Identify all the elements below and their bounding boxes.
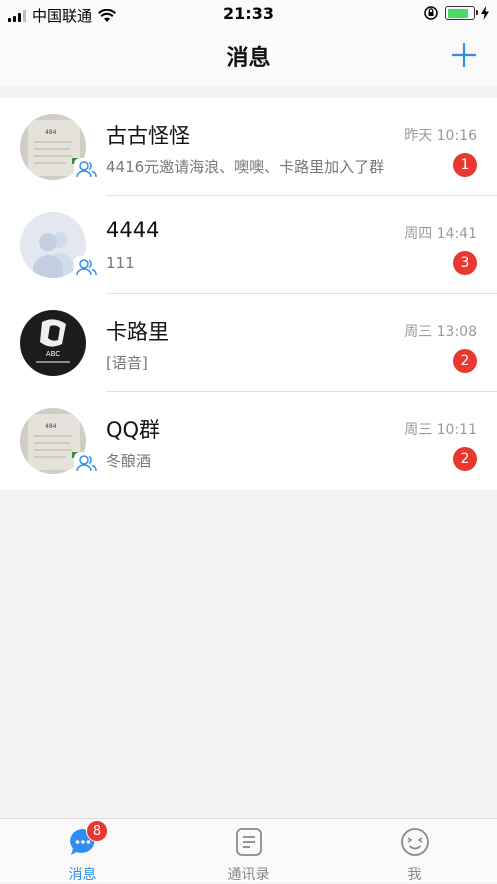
group-icon [74, 158, 98, 180]
conversation-name: 4444 [106, 218, 160, 242]
conversation-list: 484 古古怪怪 昨天 10:16 4416元邀请海浪、噢噢、卡路里加入了群 1 [0, 98, 497, 490]
svg-text:484: 484 [45, 129, 57, 136]
conversation-preview: 4416元邀请海浪、噢噢、卡路里加入了群 [106, 158, 385, 176]
conversation-preview: [语音] [106, 354, 148, 372]
tab-label: 消息 [68, 867, 97, 883]
conversation-row[interactable]: 4444 周四 14:41 111 3 [0, 196, 497, 294]
charging-icon [481, 6, 489, 20]
tab-label: 我 [407, 867, 422, 883]
conversation-name: QQ群 [106, 418, 161, 442]
page-title: 消息 [226, 46, 271, 71]
avatar-text: ABC [46, 350, 60, 358]
orientation-lock-icon [424, 6, 438, 20]
tab-messages[interactable]: 8 消息 [0, 819, 165, 884]
unread-badge: 3 [453, 251, 477, 275]
status-bar: 中国联通 21:33 [0, 0, 497, 28]
plus-icon [452, 43, 476, 67]
add-button[interactable] [449, 40, 479, 70]
conversation-time: 周三 13:08 [404, 324, 477, 340]
conversation-time: 昨天 10:16 [404, 128, 477, 144]
conversation-name: 古古怪怪 [106, 124, 190, 148]
tab-bar: 8 消息 通讯录 我 [0, 818, 497, 883]
svg-text:484: 484 [45, 423, 57, 430]
conversation-row[interactable]: 484 古古怪怪 昨天 10:16 4416元邀请海浪、噢噢、卡路里加入了群 1 [0, 98, 497, 196]
conversation-name: 卡路里 [106, 320, 169, 344]
avatar: ABC [20, 310, 86, 376]
face-icon [400, 828, 429, 856]
tab-me[interactable]: 我 [332, 819, 497, 884]
unread-badge: 2 [453, 447, 477, 471]
unread-badge: 2 [453, 349, 477, 373]
contacts-icon [235, 828, 262, 856]
group-icon [74, 452, 98, 474]
conversation-time: 周四 14:41 [404, 226, 477, 242]
conversation-time: 周三 10:11 [404, 422, 477, 438]
unread-badge: 1 [453, 153, 477, 177]
tab-badge: 8 [86, 820, 108, 842]
conversation-row[interactable]: 484 QQ群 周三 10:11 冬酿酒 2 [0, 392, 497, 490]
conversation-row[interactable]: ABC 卡路里 周三 13:08 [语音] 2 [0, 294, 497, 392]
tab-contacts[interactable]: 通讯录 [166, 819, 331, 884]
status-right [423, 5, 489, 21]
conversation-preview: 冬酿酒 [106, 452, 152, 470]
tab-label: 通讯录 [227, 867, 270, 883]
conversation-preview: 111 [106, 254, 135, 272]
battery-icon [445, 6, 478, 20]
group-icon [74, 256, 98, 278]
nav-bar: 消息 [0, 28, 497, 86]
